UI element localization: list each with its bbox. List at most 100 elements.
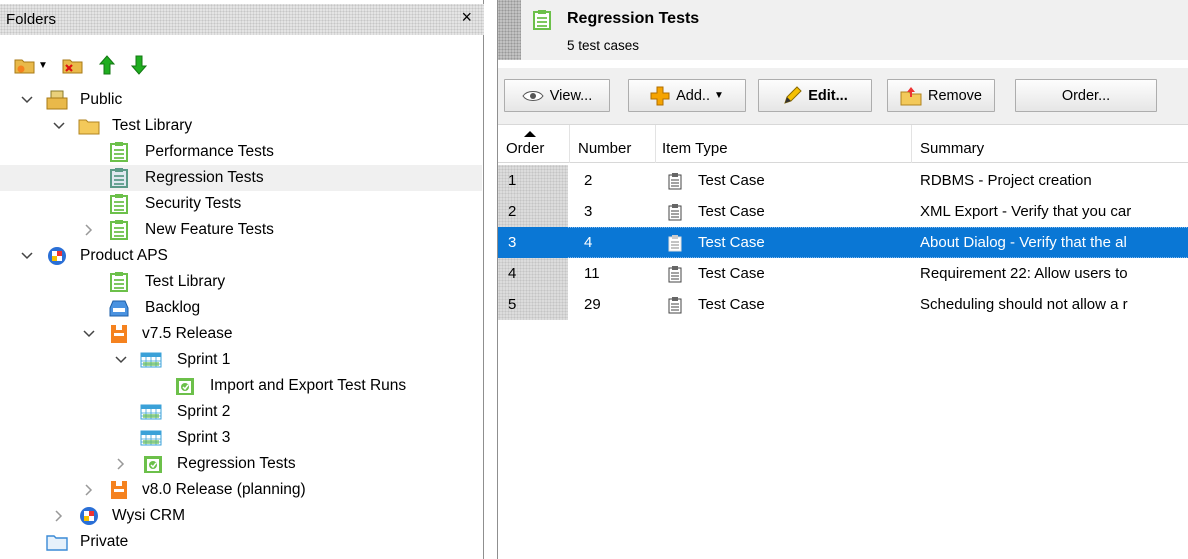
tree-node-v80-release[interactable]: v8.0 Release (planning) [0, 477, 482, 503]
order-cell: 4 [498, 258, 568, 289]
tree-node-import-export-test-runs[interactable]: Import and Export Test Runs [0, 373, 482, 399]
chevron-right-icon[interactable] [50, 507, 68, 525]
table-row[interactable]: 5 29 Test Case Scheduling should not all… [498, 289, 1188, 320]
close-icon[interactable]: × [461, 7, 472, 28]
private-folder-icon [46, 531, 68, 553]
tree-node-private[interactable]: Private [0, 529, 482, 555]
tree-node-label: Product APS [80, 247, 168, 264]
folder-icon [78, 115, 100, 137]
number-cell: 11 [584, 265, 600, 282]
tree-node-product-test-library[interactable]: Test Library [0, 269, 482, 295]
remove-button[interactable]: Remove [887, 79, 995, 112]
order-cell: 2 [498, 196, 568, 227]
table-row[interactable]: 4 11 Test Case Requirement 22: Allow use… [498, 258, 1188, 289]
tree-node-wysi-crm[interactable]: Wysi CRM [0, 503, 482, 529]
summary-cell: XML Export - Verify that you car [920, 203, 1132, 220]
item-type-cell: Test Case [698, 265, 765, 282]
test-set-icon [108, 141, 130, 163]
test-case-icon [668, 196, 682, 227]
table-row[interactable]: 1 2 Test Case RDBMS - Project creation [498, 165, 1188, 196]
page-title: Regression Tests [567, 10, 700, 27]
tree-node-new-feature-tests[interactable]: New Feature Tests [0, 217, 482, 243]
summary-cell: RDBMS - Project creation [920, 172, 1092, 189]
move-down-icon[interactable] [130, 55, 148, 75]
number-cell: 29 [584, 296, 601, 313]
order-cell: 1 [498, 165, 568, 196]
new-folder-icon[interactable]: ▼ [14, 56, 48, 74]
test-set-icon [108, 193, 130, 215]
sort-ascending-icon [524, 131, 536, 137]
tree-node-regression-tests[interactable]: Regression Tests [0, 165, 482, 191]
edit-button[interactable]: Edit... [758, 79, 872, 112]
tree-node-label: v7.5 Release [142, 325, 233, 342]
column-header-item-type[interactable]: Item Type [656, 125, 912, 163]
tree-node-sprint-3[interactable]: Sprint 3 [0, 425, 482, 451]
test-set-icon [108, 219, 130, 241]
pencil-icon [782, 85, 802, 106]
tree-node-label: Import and Export Test Runs [210, 377, 407, 394]
column-header-number[interactable]: Number [570, 125, 656, 163]
item-type-cell: Test Case [698, 296, 765, 313]
chevron-down-icon[interactable]: ▼ [38, 60, 48, 71]
tree-node-sprint-1[interactable]: Sprint 1 [0, 347, 482, 373]
item-type-cell: Test Case [698, 203, 765, 220]
chevron-right-icon[interactable] [112, 455, 130, 473]
chevron-down-icon: ▼ [713, 90, 724, 101]
remove-icon [900, 86, 922, 106]
tree-node-product-aps[interactable]: Product APS [0, 243, 482, 269]
backlog-icon [108, 297, 130, 319]
action-toolbar: View... Add.. ▼ Edit... Remove Order... [498, 68, 1188, 124]
table-row[interactable]: 2 3 Test Case XML Export - Verify that y… [498, 196, 1188, 227]
summary-cell: About Dialog - Verify that the al [920, 234, 1127, 251]
column-header-summary[interactable]: Summary [912, 125, 1188, 163]
item-type-cell: Test Case [698, 172, 765, 189]
chevron-down-icon[interactable] [50, 117, 68, 135]
order-button[interactable]: Order... [1015, 79, 1157, 112]
product-icon [78, 505, 100, 527]
release-icon [108, 479, 130, 501]
sprint-icon [140, 427, 162, 449]
tree-node-security-tests[interactable]: Security Tests [0, 191, 482, 217]
folders-title: Folders [6, 11, 57, 28]
panel-grip[interactable] [498, 0, 521, 60]
product-icon [46, 245, 68, 267]
tree-node-v75-release[interactable]: v7.5 Release [0, 321, 482, 347]
chevron-right-icon[interactable] [80, 221, 98, 239]
view-button[interactable]: View... [504, 79, 610, 112]
tree-node-label: Backlog [145, 299, 201, 316]
tree-node-public[interactable]: Public [0, 87, 482, 113]
tree-node-label: Sprint 1 [177, 351, 231, 368]
test-case-table: Order Number Item Type Summary 1 2 Test … [498, 124, 1188, 559]
tree-node-label: Wysi CRM [112, 507, 186, 524]
chevron-down-icon[interactable] [112, 351, 130, 369]
test-run-icon [142, 453, 164, 475]
column-header-order[interactable]: Order [498, 125, 570, 163]
table-row-selected[interactable]: 3 4 Test Case About Dialog - Verify that… [498, 227, 1188, 258]
tree-node-performance-tests[interactable]: Performance Tests [0, 139, 482, 165]
chevron-right-icon[interactable] [80, 481, 98, 499]
chevron-down-icon[interactable] [80, 325, 98, 343]
folders-header: Folders × [0, 4, 484, 35]
tree-node-backlog[interactable]: Backlog [0, 295, 482, 321]
add-button[interactable]: Add.. ▼ [628, 79, 746, 112]
move-up-icon[interactable] [98, 55, 116, 75]
plus-icon [650, 86, 670, 106]
tree-node-label: Test Library [145, 273, 226, 290]
tree-node-label: Sprint 3 [177, 429, 231, 446]
number-cell: 2 [584, 172, 593, 189]
tree-node-regression-test-run[interactable]: Regression Tests [0, 451, 482, 477]
tree-node-label: Test Library [112, 117, 193, 134]
test-case-icon [668, 227, 682, 258]
chevron-down-icon[interactable] [18, 247, 36, 265]
test-case-icon [668, 258, 682, 289]
item-type-cell: Test Case [698, 234, 765, 251]
public-folder-icon [46, 89, 68, 111]
sprint-icon [140, 401, 162, 423]
tree-node-sprint-2[interactable]: Sprint 2 [0, 399, 482, 425]
delete-folder-icon[interactable] [62, 56, 84, 74]
tree-node-label: v8.0 Release (planning) [142, 481, 306, 498]
chevron-down-icon[interactable] [18, 91, 36, 109]
test-set-icon [108, 167, 130, 189]
tree-node-test-library[interactable]: Test Library [0, 113, 482, 139]
tree-node-label: Private [80, 533, 129, 550]
